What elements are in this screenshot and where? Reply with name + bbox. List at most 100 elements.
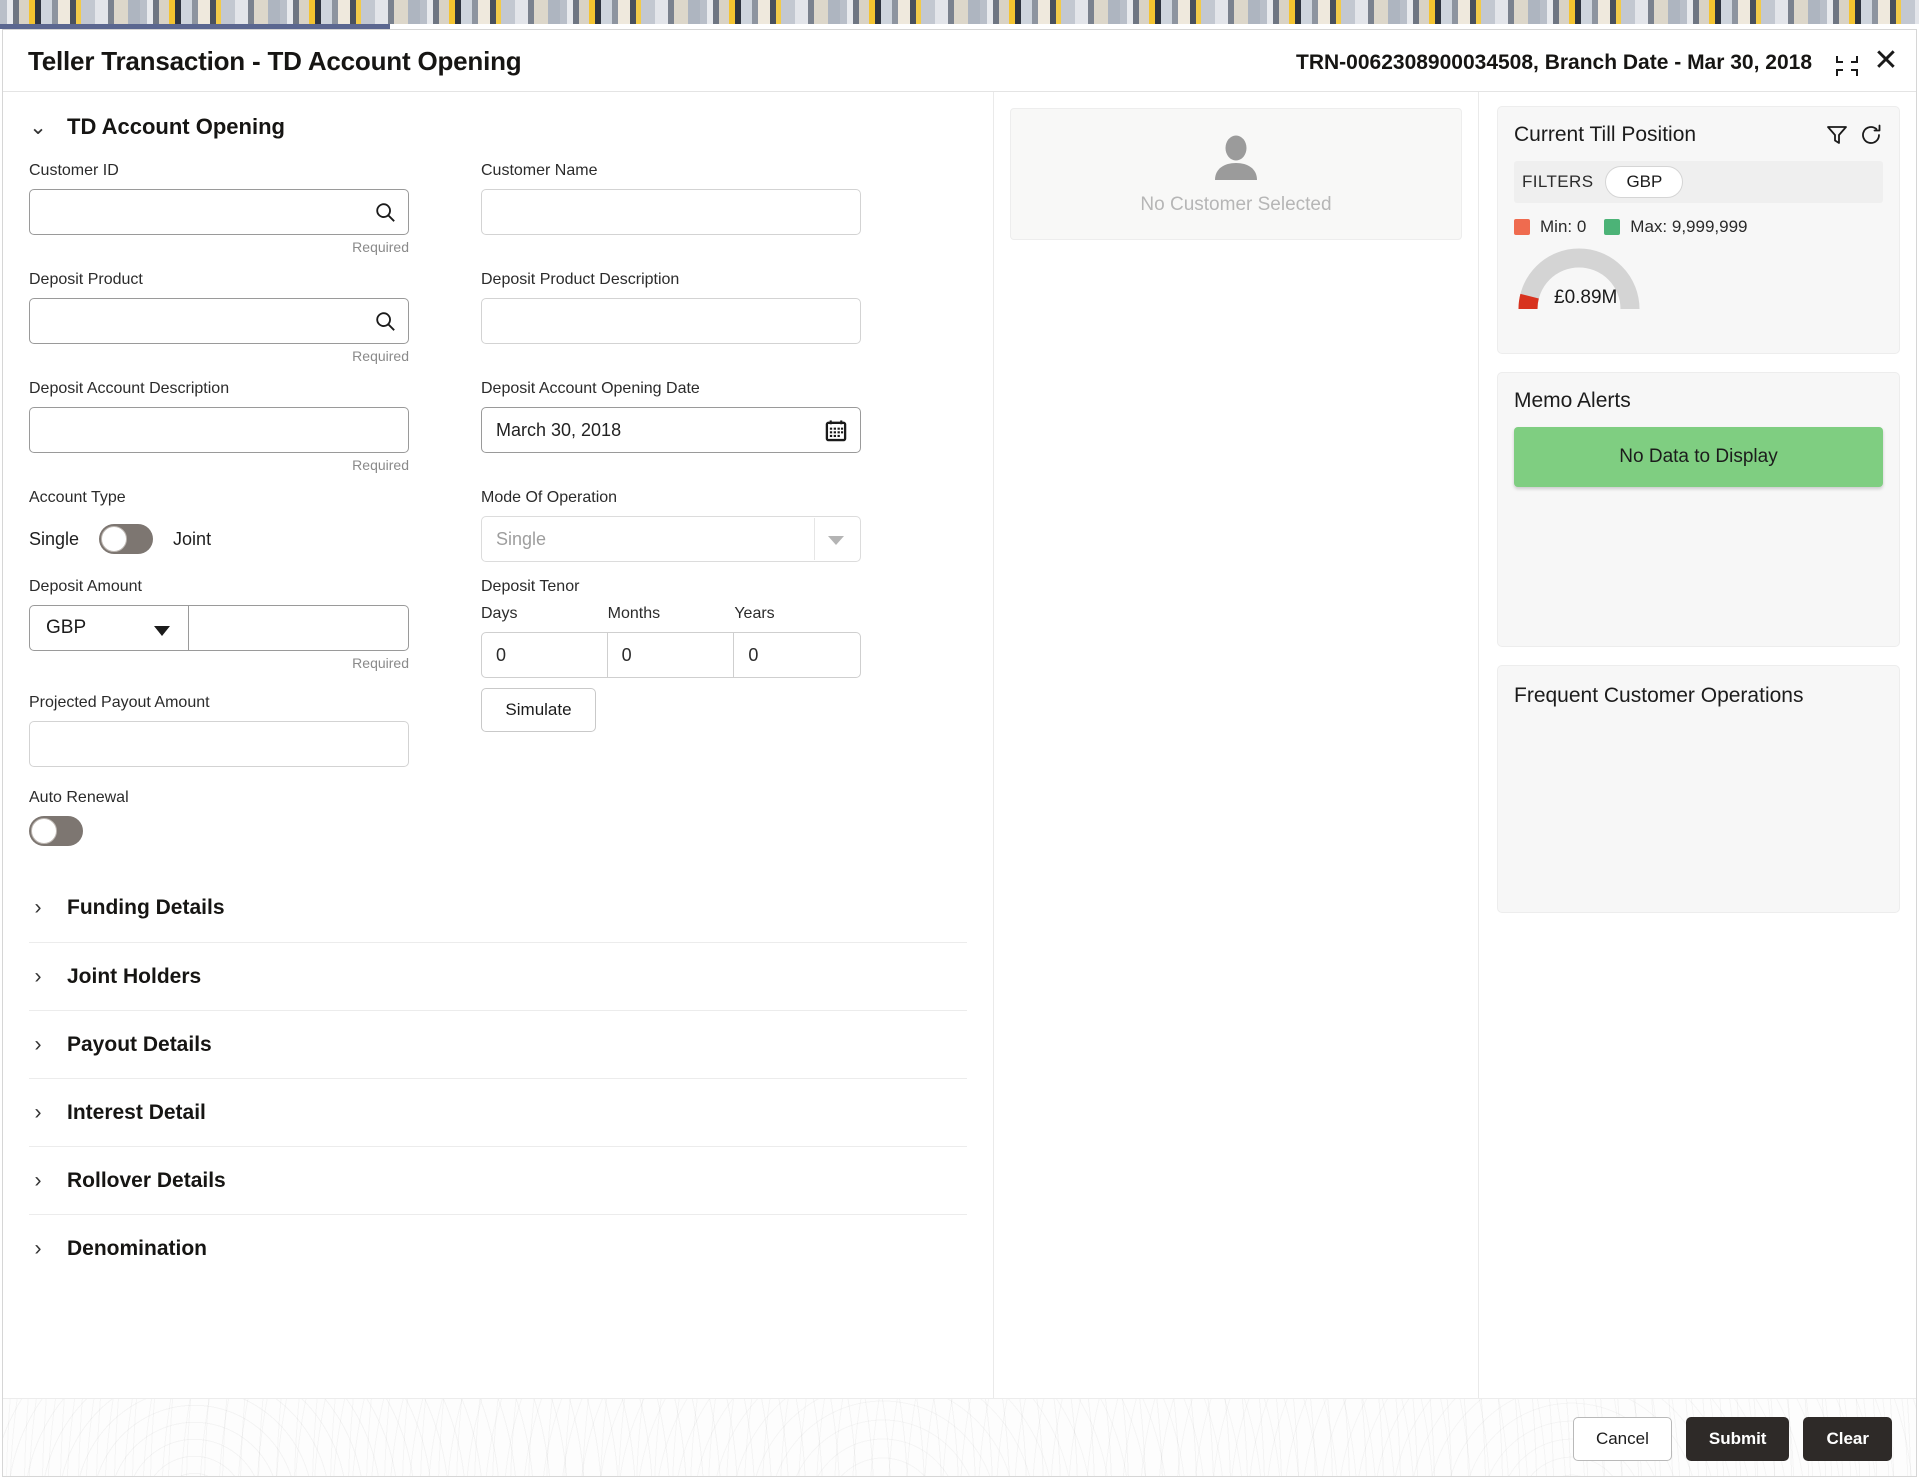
accordion-label: Denomination <box>67 1237 207 1261</box>
accordion-label: Funding Details <box>67 896 225 920</box>
frequent-operations-title: Frequent Customer Operations <box>1514 682 1883 709</box>
accordion-funding-details[interactable]: › Funding Details <box>29 874 967 942</box>
till-min-label: Min: 0 <box>1540 217 1586 237</box>
currency-filter-chip[interactable]: GBP <box>1605 166 1683 198</box>
till-position-header: Current Till Position <box>1514 123 1883 147</box>
field-value: March 30, 2018 <box>496 408 621 452</box>
field-hint: Required <box>29 239 409 255</box>
tenor-years-input[interactable]: 0 <box>734 632 861 678</box>
field-label: Deposit Product <box>29 271 409 289</box>
section-title: TD Account Opening <box>67 114 285 140</box>
filter-icon[interactable] <box>1825 123 1849 147</box>
projected-payout-amount-input[interactable] <box>29 721 409 767</box>
field-deposit-product: Deposit Product Required <box>29 271 409 364</box>
field-label: Deposit Account Description <box>29 380 409 398</box>
restore-icon[interactable] <box>1836 56 1858 76</box>
deposit-account-opening-date-input[interactable]: March 30, 2018 <box>481 407 861 453</box>
chevron-right-icon: › <box>29 1033 47 1057</box>
tenor-unit-label-months: Months <box>608 605 735 623</box>
tenor-unit-label-days: Days <box>481 605 608 623</box>
accordion-label: Payout Details <box>67 1033 212 1057</box>
simulate-button[interactable]: Simulate <box>481 688 596 732</box>
refresh-icon[interactable] <box>1859 123 1883 147</box>
auto-renewal-toggle[interactable] <box>29 816 83 846</box>
calendar-icon[interactable] <box>824 419 848 442</box>
deposit-amount-input[interactable] <box>189 605 409 651</box>
field-deposit-account-description: Deposit Account Description Required <box>29 380 409 473</box>
search-icon[interactable] <box>374 310 396 332</box>
tenor-days-input[interactable]: 0 <box>481 632 608 678</box>
chevron-down-icon <box>828 536 844 545</box>
chevron-right-icon: › <box>29 965 47 989</box>
memo-alerts-empty-banner[interactable]: No Data to Display <box>1514 427 1883 487</box>
field-value: Single <box>496 517 546 561</box>
accordion-interest-detail[interactable]: › Interest Detail <box>29 1078 967 1146</box>
current-till-position-card: Current Till Position FILTERS GBP <box>1497 106 1900 354</box>
account-type-option-single: Single <box>29 529 79 550</box>
side-column: Current Till Position FILTERS GBP <box>1479 92 1918 1399</box>
filters-label: FILTERS <box>1522 172 1593 192</box>
mode-of-operation-select[interactable]: Single <box>481 516 861 562</box>
deposit-product-description-input[interactable] <box>481 298 861 344</box>
deposit-account-description-input[interactable] <box>29 407 409 453</box>
section-header-td-account-opening[interactable]: ⌄ TD Account Opening <box>29 114 967 140</box>
memo-alerts-card: Memo Alerts No Data to Display <box>1497 372 1900 647</box>
tenor-value: 0 <box>748 633 758 677</box>
search-icon[interactable] <box>374 201 396 223</box>
clear-button[interactable]: Clear <box>1803 1417 1892 1461</box>
till-legend: Min: 0 Max: 9,999,999 <box>1514 217 1883 237</box>
field-deposit-amount: Deposit Amount GBP Required <box>29 578 409 678</box>
till-gauge-value: £0.89M <box>1554 287 1617 309</box>
field-label: Deposit Tenor <box>481 578 861 596</box>
field-deposit-tenor: Deposit Tenor Days Months Years 0 0 0 <box>481 578 861 678</box>
till-max-label: Max: 9,999,999 <box>1630 217 1747 237</box>
chevron-right-icon: › <box>29 1237 47 1261</box>
field-customer-id: Customer ID Required <box>29 162 409 255</box>
field-auto-renewal: Auto Renewal <box>29 789 967 846</box>
cancel-button[interactable]: Cancel <box>1573 1417 1672 1461</box>
field-label: Customer ID <box>29 162 409 180</box>
user-avatar-icon <box>1209 132 1263 186</box>
field-label: Deposit Amount <box>29 578 409 596</box>
accordion-rollover-details[interactable]: › Rollover Details <box>29 1146 967 1214</box>
accordion-denomination[interactable]: › Denomination <box>29 1214 967 1282</box>
customer-name-input[interactable] <box>481 189 861 235</box>
accordion-payout-details[interactable]: › Payout Details <box>29 1010 967 1078</box>
customer-column: No Customer Selected <box>993 92 1479 1399</box>
page-title: Teller Transaction - TD Account Opening <box>28 46 521 77</box>
accordion-label: Interest Detail <box>67 1101 206 1125</box>
field-label: Auto Renewal <box>29 789 967 807</box>
tenor-months-input[interactable]: 0 <box>608 632 735 678</box>
form-column: ⌄ TD Account Opening Customer ID Require… <box>3 92 993 1399</box>
accordion-joint-holders[interactable]: › Joint Holders <box>29 942 967 1010</box>
close-icon[interactable]: ✕ <box>1872 48 1900 76</box>
accordion-label: Joint Holders <box>67 965 201 989</box>
tenor-value: 0 <box>496 633 506 677</box>
card-title-text: Current Till Position <box>1514 123 1696 147</box>
customer-id-input[interactable] <box>29 189 409 235</box>
deposit-product-input[interactable] <box>29 298 409 344</box>
deposit-currency-select[interactable]: GBP <box>29 605 189 651</box>
accordion-sections: › Funding Details › Joint Holders › Payo… <box>29 874 967 1282</box>
till-filters-row: FILTERS GBP <box>1514 161 1883 203</box>
accordion-label: Rollover Details <box>67 1169 226 1193</box>
chevron-down-icon: ⌄ <box>29 115 47 140</box>
submit-button[interactable]: Submit <box>1686 1417 1790 1461</box>
tenor-unit-label-years: Years <box>734 605 861 623</box>
account-type-toggle[interactable] <box>99 524 153 554</box>
frequent-customer-operations-card: Frequent Customer Operations <box>1497 665 1900 913</box>
field-account-type: Account Type Single Joint <box>29 489 409 562</box>
customer-placeholder-text: No Customer Selected <box>1140 194 1331 216</box>
transaction-reference: TRN-0062308900034508, Branch Date - Mar … <box>1296 51 1812 75</box>
currency-value: GBP <box>46 606 86 650</box>
customer-placeholder-card: No Customer Selected <box>1010 108 1462 240</box>
field-deposit-product-description: Deposit Product Description <box>481 271 861 364</box>
chevron-right-icon: › <box>29 896 47 920</box>
chevron-down-icon <box>154 626 170 636</box>
field-label: Mode Of Operation <box>481 489 861 507</box>
chevron-right-icon: › <box>29 1101 47 1125</box>
simulate-container: Simulate <box>481 694 861 767</box>
window-body: ⌄ TD Account Opening Customer ID Require… <box>3 92 1916 1399</box>
account-type-option-joint: Joint <box>173 529 211 550</box>
field-projected-payout-amount: Projected Payout Amount <box>29 694 409 767</box>
